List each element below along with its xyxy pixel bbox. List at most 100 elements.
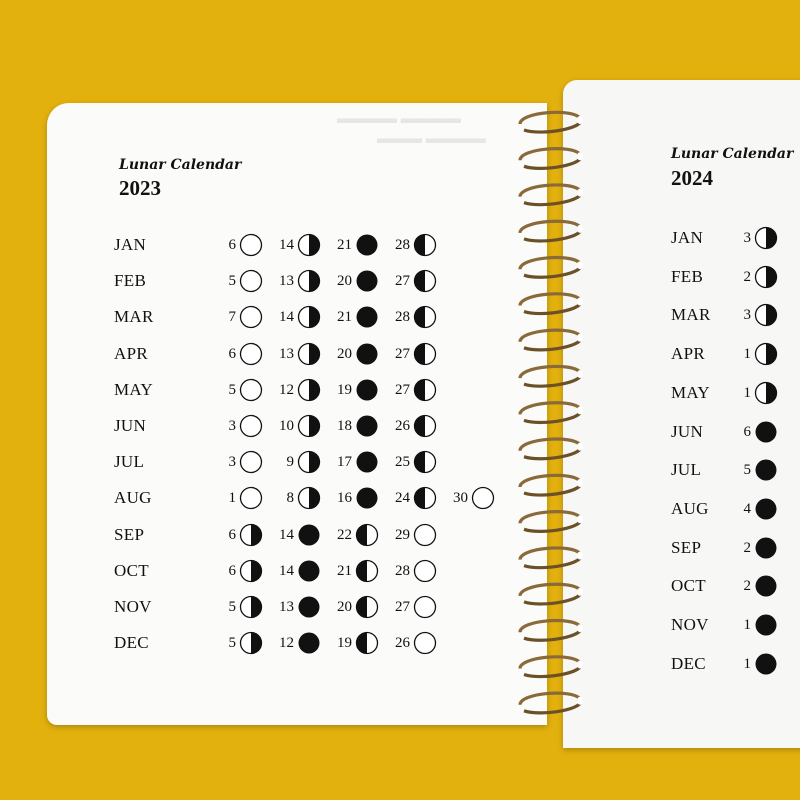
full-moon-icon: [239, 378, 263, 407]
new-moon-icon: [754, 497, 778, 526]
first-quarter-moon-icon: [413, 342, 437, 371]
spiral-ring: [518, 510, 583, 533]
month-label: APR: [671, 344, 705, 364]
spiral-ring: [518, 473, 583, 497]
phase-day: 6: [228, 526, 237, 543]
month-row: SEP 2: [671, 536, 800, 560]
phase-day: 10: [279, 418, 294, 434]
spiral-ring: [518, 582, 583, 606]
phase-day: 14: [279, 562, 294, 579]
last-quarter-moon-icon: [754, 342, 778, 371]
last-quarter-moon-icon: [297, 450, 321, 479]
full-moon-icon: [471, 486, 495, 515]
month-label: SEP: [114, 524, 145, 544]
full-moon-icon: [239, 233, 263, 262]
last-quarter-moon-icon: [239, 595, 263, 624]
phase-day: 5: [228, 381, 237, 398]
month-label: MAY: [671, 382, 711, 402]
month-label: FEB: [114, 271, 147, 291]
full-moon-icon: [413, 631, 437, 660]
month-row: NOV 5 13 20 27: [114, 595, 534, 619]
phase-day: 3: [228, 454, 237, 471]
phase-day: 22: [337, 526, 352, 543]
right-page: Lunar Calendar 2024 JAN 3 FEB 2 MAR 3 APR 1 MAY 1…: [563, 80, 800, 748]
spiral-ring: [518, 364, 583, 388]
month-row: JUN 3 10 18 26: [114, 414, 534, 438]
left-page: ▬▬▬▬ ▬▬▬▬ ▬▬▬ ▬▬▬▬ Lunar Calendar 2023 J…: [47, 103, 547, 725]
phase-day: 21: [337, 237, 352, 253]
phase-day: 20: [337, 599, 352, 615]
phase-day: 8: [286, 490, 295, 507]
phase-day: 21: [337, 309, 352, 326]
phase-day: 26: [395, 635, 410, 652]
phase-day: 4: [743, 500, 752, 517]
calendar-title: Lunar Calendar: [119, 157, 242, 173]
new-moon-icon: [355, 486, 379, 515]
calendar-year: 2023: [119, 176, 161, 200]
month-label: DEC: [671, 653, 706, 673]
new-moon-icon: [297, 595, 321, 624]
phase-day: 14: [279, 309, 294, 326]
month-row: MAY 1: [671, 381, 800, 405]
phase-day: 6: [228, 562, 237, 579]
spiral-ring: [518, 219, 583, 243]
month-row: DEC 1: [671, 652, 800, 676]
month-row: APR 1: [671, 342, 800, 366]
last-quarter-moon-icon: [297, 486, 321, 515]
phase-day: 19: [337, 635, 352, 652]
phase-day: 2: [743, 578, 752, 595]
phase-day: 16: [337, 490, 352, 507]
month-label: DEC: [114, 633, 149, 653]
month-label: MAR: [114, 307, 154, 327]
full-moon-icon: [413, 523, 437, 552]
last-quarter-moon-icon: [754, 381, 778, 410]
phase-day: 14: [279, 237, 294, 253]
phase-day: 24: [395, 490, 410, 507]
phase-day: 6: [228, 237, 237, 253]
month-label: JUN: [671, 421, 704, 441]
new-moon-icon: [355, 269, 379, 298]
month-label: JAN: [114, 235, 147, 254]
phase-day: 13: [279, 345, 294, 362]
last-quarter-moon-icon: [754, 265, 778, 294]
month-row: FEB 5 13 20 27: [114, 269, 534, 293]
phase-day: 18: [337, 418, 352, 434]
phase-day: 3: [743, 230, 752, 246]
phase-day: 27: [395, 345, 410, 362]
phase-day: 12: [279, 381, 294, 398]
last-quarter-moon-icon: [297, 305, 321, 334]
phase-day: 27: [395, 381, 410, 398]
last-quarter-moon-icon: [297, 414, 321, 443]
spiral-ring: [518, 401, 583, 425]
phase-day: 28: [395, 309, 410, 326]
spiral-ring: [518, 183, 583, 207]
phase-day: 5: [743, 462, 752, 479]
first-quarter-moon-icon: [355, 631, 379, 660]
phase-day: 28: [395, 237, 410, 253]
last-quarter-moon-icon: [297, 269, 321, 298]
see-through-print: ▬▬▬▬ ▬▬▬▬: [337, 111, 461, 127]
last-quarter-moon-icon: [754, 226, 778, 255]
phase-day: 1: [743, 617, 752, 633]
last-quarter-moon-icon: [297, 342, 321, 371]
phase-day: 1: [743, 346, 752, 363]
spiral-ring: [518, 328, 583, 352]
month-label: OCT: [114, 560, 149, 580]
phase-day: 25: [395, 454, 410, 471]
month-row: JUL 3 9 17 25: [114, 450, 534, 474]
phase-day: 26: [395, 418, 410, 434]
last-quarter-moon-icon: [239, 559, 263, 588]
new-moon-icon: [754, 574, 778, 603]
phase-day: 5: [228, 273, 237, 290]
month-label: MAY: [114, 379, 154, 399]
month-label: AUG: [671, 498, 709, 518]
spiral-ring: [518, 546, 583, 570]
first-quarter-moon-icon: [413, 305, 437, 334]
full-moon-icon: [239, 269, 263, 298]
phase-day: 2: [743, 268, 752, 285]
first-quarter-moon-icon: [413, 486, 437, 515]
spiral-ring: [518, 655, 583, 679]
phase-day: 29: [395, 526, 410, 543]
phase-day: 20: [337, 273, 352, 290]
phase-day: 13: [279, 599, 294, 615]
